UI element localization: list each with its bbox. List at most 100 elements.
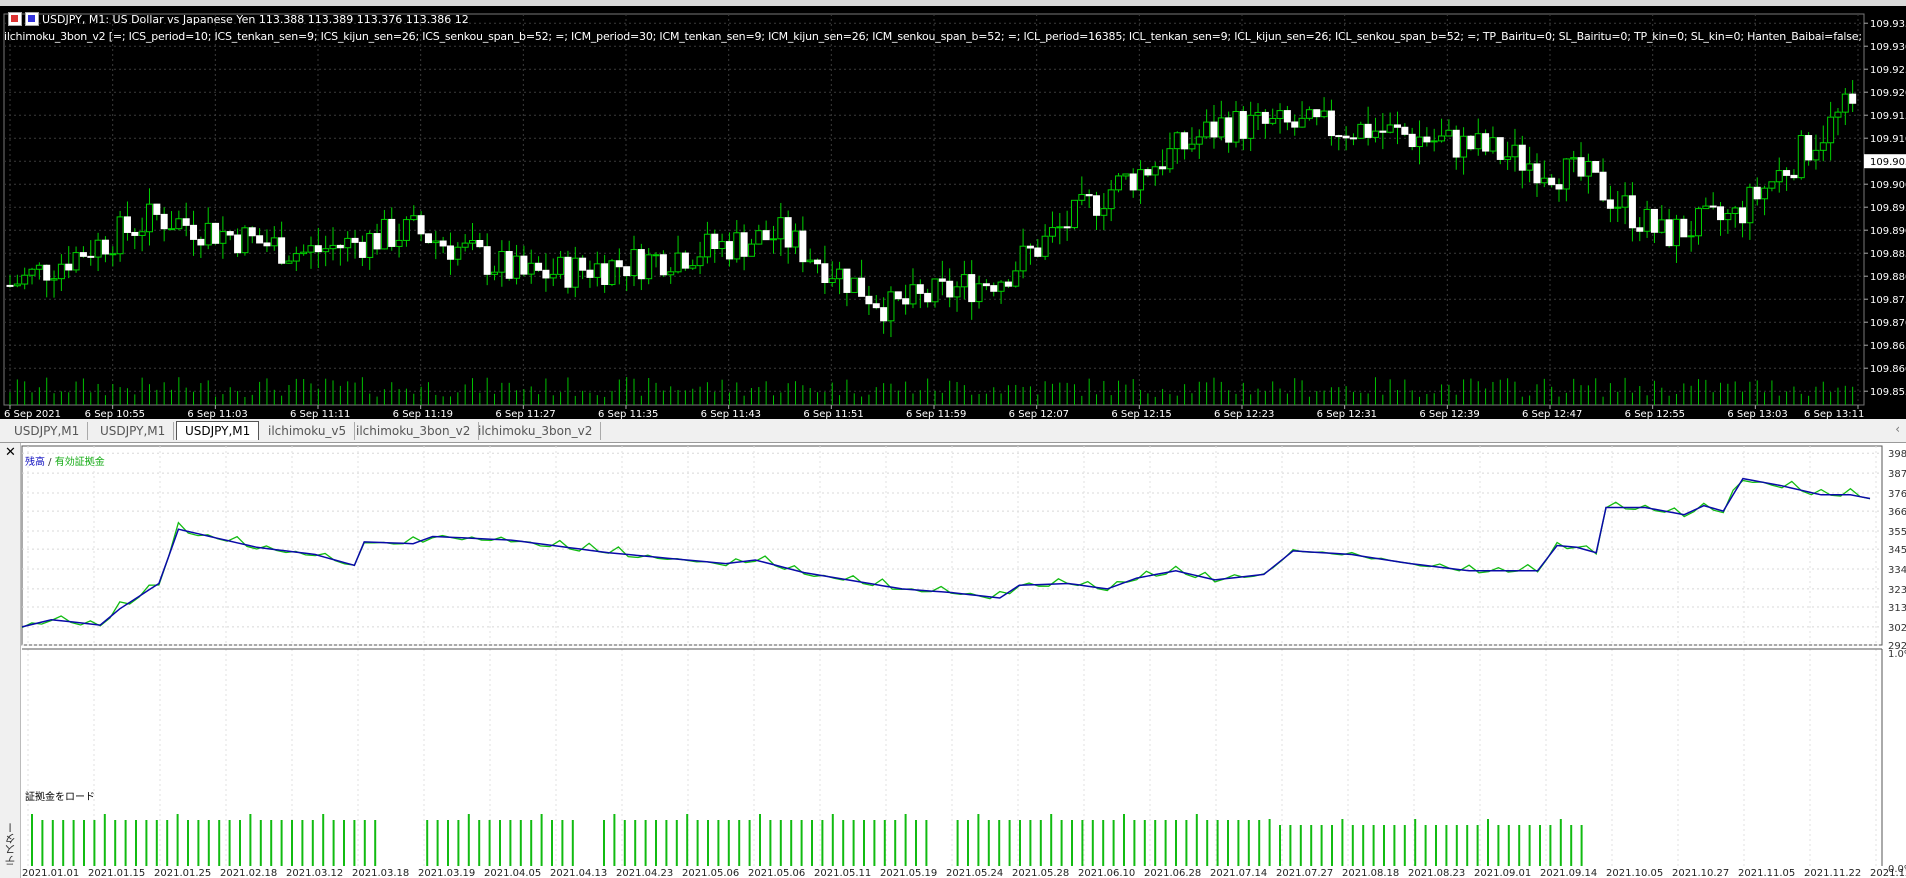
candle-body [1034,247,1042,257]
date-tick-label: 2021.05.28 [1012,868,1069,878]
candle-body [1621,195,1629,208]
candle-body [535,262,543,271]
price-tick-label: 109.855 [1870,387,1906,398]
balance-tick-label: 355 [1888,527,1906,538]
candle-body [1819,142,1827,151]
tester-side-label: テスター [4,822,17,866]
candle-body [182,218,190,226]
candle-body [1518,144,1526,171]
candle-body [894,291,902,300]
candle-body [446,245,454,260]
date-tick-label: 2021.10.27 [1672,868,1729,878]
chart-tab[interactable]: ilchimoku_3bon_v2 [470,422,602,440]
candle-body [256,235,264,244]
date-tick-label: 2021.01.25 [154,868,211,878]
candle-body [94,239,102,258]
candle-body [241,227,249,254]
balance-tick-label: 376 [1888,489,1906,500]
candle-body [1717,206,1725,221]
candle-body [1401,126,1409,135]
candle-body [373,233,381,250]
candle-body [1452,129,1460,158]
date-tick-label: 2021.05.19 [880,868,937,878]
price-tick-label: 109.915 [1870,111,1906,122]
candle-body [1445,129,1453,137]
candle-body [1115,175,1123,191]
candle-body [1261,111,1269,124]
candle-body [1430,140,1438,143]
candle-body [1805,135,1813,161]
candle-body [1643,208,1651,232]
candle-body [733,232,741,260]
candle-body [175,218,183,230]
candle-body [938,278,946,282]
chart-tab[interactable]: USDJPY,M1 [92,422,175,440]
candle-body [160,213,168,230]
time-tick-label: 6 Sep 12:47 [1522,409,1582,419]
candle-body [1327,110,1335,137]
candle-body [1129,173,1137,191]
candle-body [960,274,968,288]
balance-tick-label: 387 [1888,469,1906,480]
candle-body [101,239,109,255]
balance-legend: 残高 / 有効証拠金 [25,453,105,468]
time-tick-label: 6 Sep 12:55 [1625,409,1685,419]
candle-body [28,268,36,276]
chart-tab[interactable]: USDJPY,M1 [6,422,89,440]
candle-body [814,259,822,265]
candle-body [1753,186,1761,200]
candle-body [1144,169,1152,176]
close-icon[interactable]: ✕ [5,445,16,460]
candle-body [65,263,73,271]
margin-top-label: 1.0% [1888,649,1906,660]
candle-body [615,260,623,268]
balance-tick-label: 398 [1888,449,1906,460]
candle-body [703,233,711,258]
chart-tab[interactable]: ilchimoku_3bon_v2 [348,422,480,440]
tabs-scroll-left-icon[interactable]: ‹ [1895,422,1900,436]
candle-body [1761,187,1769,200]
candle-body [476,239,484,248]
candle-body [57,263,65,280]
candle-body [1731,207,1739,214]
candle-body [87,255,95,258]
candle-body [43,264,51,281]
candle-body [1614,206,1622,209]
balance-frame [21,445,1883,646]
candle-body [263,242,271,247]
candle-body [483,246,491,275]
candle-body [1247,114,1255,139]
candle-body [168,228,176,231]
candle-body [836,268,844,280]
candle-body [1555,184,1563,190]
candle-body [1790,174,1798,179]
candle-body [630,249,638,277]
balance-chart-canvas: 3983873763663553453343233133022921.0%0.0… [21,445,1906,878]
candle-body [35,264,43,270]
candle-body [498,251,506,273]
candle-body [410,215,418,221]
candle-body [1672,218,1680,247]
date-tick-label: 2021.06.28 [1144,868,1201,878]
candle-body [762,230,770,241]
price-chart[interactable]: 109.935 109.930 109.925 109.920 109.915 109.9… [0,6,1906,419]
candle-body [285,260,293,264]
candle-body [542,269,550,279]
chart-tab[interactable]: ilchimoku_v5 [260,422,356,440]
expert-advisor-params: ilchimoku_3bon_v2 [=; ICS_period=10; ICS… [4,30,1864,43]
candle-body [417,215,425,235]
price-tick-label: 109.875 [1870,295,1906,306]
strategy-tester-graph: 3983873763663553453343233133022921.0%0.0… [0,443,1906,878]
candle-body [1577,157,1585,177]
candle-body [1291,121,1299,128]
candle-body [586,269,594,278]
chart-tab[interactable]: USDJPY,M1 [176,421,260,440]
candle-body [13,283,21,287]
candle-body [1658,219,1666,233]
candle-body [380,218,388,250]
time-tick-label: 6 Sep 13:11 [1804,409,1864,419]
price-tick-label: 109.890 [1870,226,1906,237]
candle-body [1768,181,1776,189]
candle-body [1320,110,1328,118]
date-tick-label: 2021.03.19 [418,868,475,878]
